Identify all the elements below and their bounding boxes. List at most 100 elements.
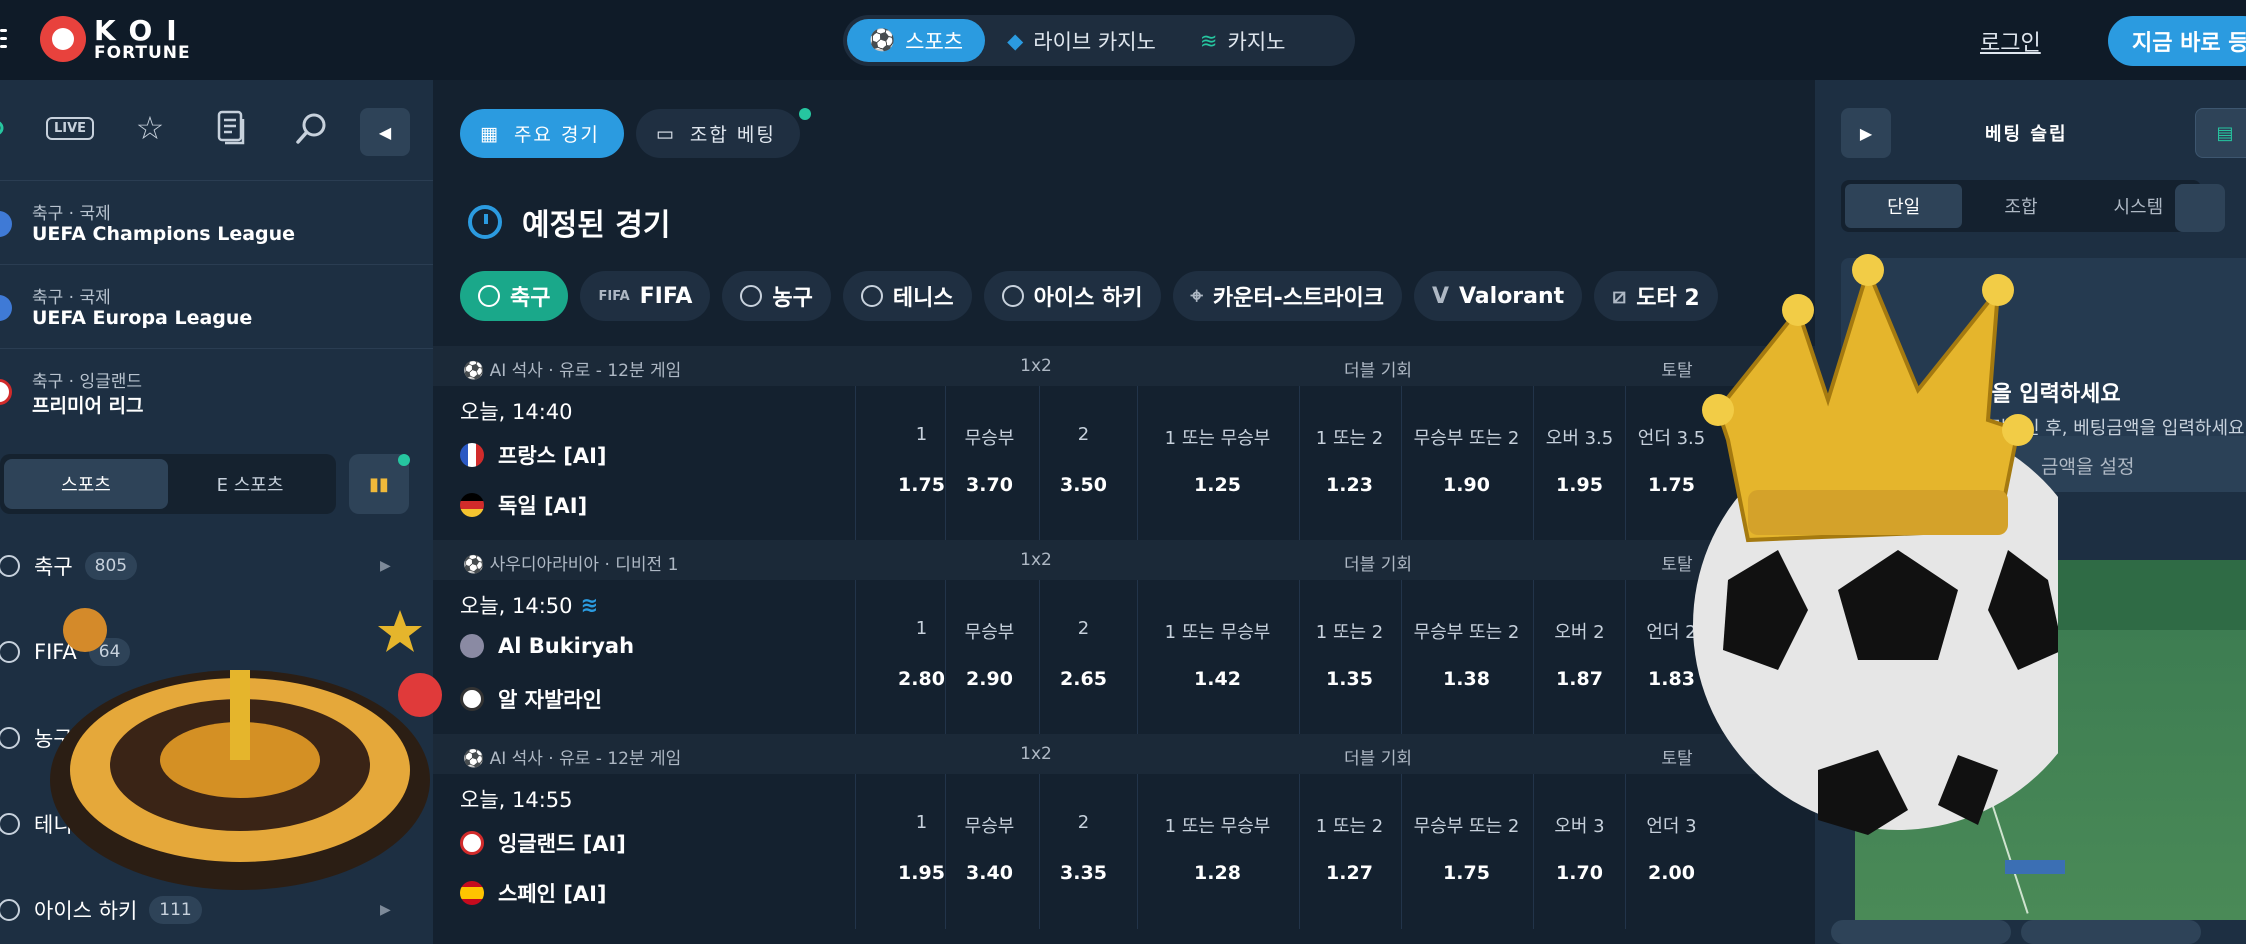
sidebar-item-ice-hockey[interactable]: 아이스 하키 111 ▶ xyxy=(0,880,433,940)
odds-button[interactable]: 1 또는 무승부 1.25 xyxy=(1137,386,1297,541)
play-icon: ▶ xyxy=(1859,123,1873,143)
odds-button[interactable]: 오버 2 1.87 xyxy=(1533,580,1625,735)
odds-label: 1 또는 2 xyxy=(1315,622,1384,643)
tab-combo[interactable]: 조합 xyxy=(1962,184,2079,228)
team-flag-icon xyxy=(460,687,484,711)
match-time: 오늘, 14:40 xyxy=(460,396,573,426)
soccer-ball-icon: ⚽ xyxy=(463,361,490,381)
odds-button[interactable]: 2 3.50 xyxy=(1039,386,1127,541)
odds-label: 언더 3.5 xyxy=(1637,428,1706,449)
odds-value: 3.40 xyxy=(966,862,1013,884)
chip-basketball[interactable]: 농구 xyxy=(722,271,831,321)
home-icon[interactable] xyxy=(0,108,10,148)
nav-sports[interactable]: ⚽ 스포츠 xyxy=(847,19,986,62)
live-icon[interactable]: LIVE xyxy=(44,108,96,148)
sidebar-item-tennis[interactable]: 테니스 xyxy=(0,794,433,854)
home-team-name: 프랑스 [AI] xyxy=(498,444,607,468)
tab-single[interactable]: 단일 xyxy=(1845,184,1963,228)
odds-label: 2 xyxy=(1077,618,1090,639)
search-icon[interactable] xyxy=(292,108,332,148)
odds-value: 3.50 xyxy=(1060,474,1107,496)
betslip-list-button[interactable]: ▤ xyxy=(2195,108,2246,158)
menu-icon[interactable] xyxy=(0,24,8,54)
logo[interactable]: KOI FORTUNE xyxy=(40,14,191,64)
toggle-sports[interactable]: 스포츠 xyxy=(4,459,168,509)
chip-ice-hockey[interactable]: 아이스 하키 xyxy=(983,271,1161,321)
odds-button[interactable]: 오버 3.5 1.95 xyxy=(1533,386,1625,541)
odds-button[interactable]: 언더 3 2.00 xyxy=(1625,774,1717,929)
odds-button[interactable]: 오버 3 1.70 xyxy=(1533,774,1625,929)
odds-label: 언더 3 xyxy=(1646,816,1697,837)
ice-hockey-icon xyxy=(0,899,20,921)
star-icon[interactable]: ☆ xyxy=(128,108,172,148)
odds-button[interactable]: 언더 2 1.83 xyxy=(1625,580,1717,735)
odds-button[interactable]: 언더 3.5 1.75 xyxy=(1625,386,1717,541)
market-group-header: 1x2 xyxy=(1020,550,1052,570)
league-item[interactable]: 축구 · 국제 UEFA Europa League xyxy=(0,264,433,348)
odds-button[interactable]: 1 또는 2 1.27 xyxy=(1299,774,1399,929)
league-item[interactable]: 축구 · 잉글랜드 프리미어 리그 xyxy=(0,348,433,432)
chevron-right-icon: ▶ xyxy=(380,902,391,918)
globe-flag-icon xyxy=(0,295,12,321)
toggle-esports[interactable]: E 스포츠 xyxy=(168,459,332,509)
chip-soccer[interactable]: 축구 xyxy=(460,271,569,321)
bar-chart-icon: ▮▮ xyxy=(369,473,389,495)
footer-button[interactable] xyxy=(2021,920,2201,944)
tab-featured[interactable]: ▦ 주요 경기 xyxy=(460,109,624,158)
chip-dota2[interactable]: ⧄ 도타 2 xyxy=(1594,271,1718,321)
chip-fifa[interactable]: FIFA FIFA xyxy=(580,271,711,321)
collapse-sidebar-button[interactable]: ◀ xyxy=(360,108,410,156)
odds-button[interactable]: 무승부 또는 2 1.38 xyxy=(1401,580,1531,735)
odds-button[interactable]: 1 또는 2 1.23 xyxy=(1299,386,1399,541)
odds-button[interactable]: 무승부 2.90 xyxy=(945,580,1033,735)
market-group-header: 토탈 xyxy=(1661,555,1693,575)
betslip-history-icon[interactable] xyxy=(212,108,252,148)
expand-button[interactable]: ▶ xyxy=(1841,108,1891,158)
odds-value: 3.70 xyxy=(966,474,1013,496)
odds-button[interactable]: 1 또는 무승부 1.28 xyxy=(1137,774,1297,929)
match-time-text: 오늘, 14:50 xyxy=(460,594,573,618)
tab-parlay[interactable]: ▭ 조합 베팅 xyxy=(635,109,800,158)
sport-name: 축구 xyxy=(34,555,73,579)
top-bar: KOI FORTUNE ⚽ 스포츠 ◆ 라이브 카지노 ≋ 카지노 로그인 지금… xyxy=(0,0,2246,80)
chip-valorant[interactable]: V Valorant xyxy=(1413,271,1583,321)
odds-value: 2.00 xyxy=(1648,862,1695,884)
chevron-right-icon: ▶ xyxy=(380,558,391,574)
away-team: 알 자발라인 xyxy=(460,684,602,714)
top-nav: ⚽ 스포츠 ◆ 라이브 카지노 ≋ 카지노 xyxy=(843,15,1355,66)
live-stream-preview[interactable] xyxy=(1855,560,2246,920)
odds-button[interactable]: 무승부 3.40 xyxy=(945,774,1033,929)
login-link[interactable]: 로그인 xyxy=(1980,25,2041,57)
dota2-icon: ⧄ xyxy=(1612,283,1627,309)
league-item[interactable]: 축구 · 국제 UEFA Champions League xyxy=(0,180,433,264)
odds-button[interactable]: 2 3.35 xyxy=(1039,774,1127,929)
casino-icon: ≋ xyxy=(1199,28,1218,53)
sidebar-item-soccer[interactable]: 축구 805 ▶ xyxy=(0,536,433,596)
odds-value: 1.38 xyxy=(1443,668,1490,690)
odds-button[interactable]: 2 2.65 xyxy=(1039,580,1127,735)
match-row: ⚽ AI 석사 · 유로 - 12분 게임 1x2 더블 기회 토탈 오늘, 14:40… xyxy=(433,346,1815,541)
league-label: ⚽ AI 석사 · 유로 - 12분 게임 xyxy=(463,356,681,381)
sport-name: 테니스 xyxy=(34,813,92,837)
book-icon[interactable] xyxy=(2175,184,2225,232)
sidebar-item-basketball[interactable]: 농구 xyxy=(0,708,433,768)
chip-tennis[interactable]: 테니스 xyxy=(842,271,972,321)
match-body: 오늘, 14:40 프랑스 [AI] 독일 [AI] 1 1.75 무승부 3.70 2 3.5… xyxy=(433,386,1815,541)
chip-label: 아이스 하키 xyxy=(1033,286,1143,311)
sidebar-item-fifa[interactable]: FIFA 64 xyxy=(0,622,433,682)
nav-casino[interactable]: ≋ 카지노 xyxy=(1178,19,1308,62)
amount-input[interactable]: 금액을 설정 xyxy=(1841,436,2246,492)
odds-value: 1.95 xyxy=(1556,474,1603,496)
nav-live-casino[interactable]: ◆ 라이브 카지노 xyxy=(985,19,1178,62)
odds-button[interactable]: 1 또는 무승부 1.42 xyxy=(1137,580,1297,735)
odds-button[interactable]: 무승부 또는 2 1.90 xyxy=(1401,386,1531,541)
join-button[interactable]: 지금 바로 등 xyxy=(2108,16,2246,66)
odds-button[interactable]: 무승부 또는 2 1.75 xyxy=(1401,774,1531,929)
odds-button[interactable]: 1 또는 2 1.35 xyxy=(1299,580,1399,735)
footer-button[interactable] xyxy=(1831,920,2011,944)
team-flag-icon xyxy=(460,831,484,855)
league-category: 축구 · 국제 xyxy=(32,204,111,224)
chip-counter-strike[interactable]: ⌖ 카운터-스트라이크 xyxy=(1172,271,1402,321)
odds-button[interactable]: 무승부 3.70 xyxy=(945,386,1033,541)
league-text: AI 석사 · 유로 - 12분 게임 xyxy=(489,361,682,381)
